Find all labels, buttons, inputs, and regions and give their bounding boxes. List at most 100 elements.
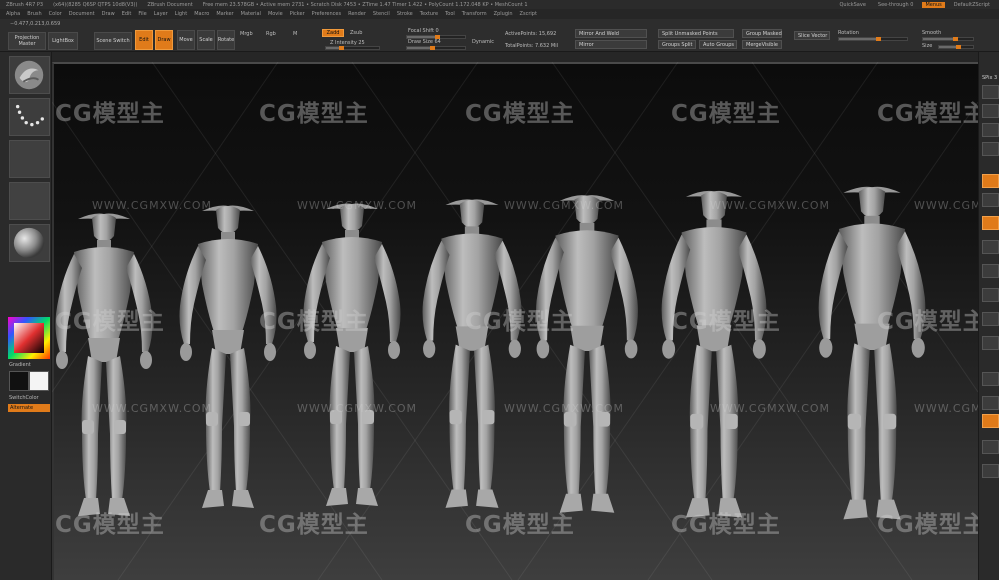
actual-button[interactable] — [982, 142, 999, 156]
watermark-logo: CG模型主 — [55, 101, 165, 127]
menu-item[interactable]: Edit — [122, 11, 132, 17]
draw-size-slider[interactable] — [406, 46, 466, 50]
alpha-selector[interactable] — [9, 140, 50, 178]
sculpt-figure — [179, 205, 277, 508]
move-mode-button[interactable]: Move — [177, 30, 195, 50]
menu-item[interactable]: Tool — [445, 11, 455, 17]
lightbox-button[interactable]: LightBox — [48, 32, 78, 50]
menu-item[interactable]: Texture — [420, 11, 438, 17]
floor-button[interactable] — [982, 193, 999, 207]
smooth-slider[interactable] — [922, 37, 974, 41]
xyz-button[interactable] — [982, 240, 999, 254]
stroke-selector[interactable] — [9, 98, 50, 136]
size-slider[interactable] — [938, 45, 974, 49]
persp-button[interactable] — [982, 174, 999, 188]
alternate-button[interactable]: Alternate — [8, 404, 50, 412]
primary-color-swatch[interactable] — [29, 371, 49, 391]
menu-item[interactable]: Transform — [462, 11, 487, 17]
scene-switch-button[interactable]: Scene Switch — [94, 32, 132, 50]
menu-item[interactable]: Stroke — [397, 11, 413, 17]
secondary-color-swatch[interactable] — [9, 371, 29, 391]
menu-item[interactable]: Alpha — [6, 11, 20, 17]
brush-selector[interactable] — [9, 56, 50, 94]
zsub-toggle[interactable]: Zsub — [350, 30, 362, 36]
menu-item[interactable]: File — [138, 11, 146, 17]
watermark-logo: CG模型主 — [465, 512, 575, 538]
solo-button[interactable] — [982, 464, 999, 478]
z-intensity-slider[interactable] — [325, 46, 380, 50]
menu-item[interactable]: Movie — [268, 11, 283, 17]
mirror-and-weld-button[interactable]: Mirror And Weld — [575, 29, 647, 38]
see-through-slider[interactable]: See-through 0 — [875, 2, 917, 8]
watermark-url: WWW.CGMXW.COM — [914, 402, 978, 415]
texture-off-icon — [10, 183, 49, 219]
slice-vector-button[interactable]: Slice Vector — [794, 31, 830, 40]
menu-item[interactable]: Zplugin — [494, 11, 513, 17]
watermark-url: WWW.CGMXW.COM — [297, 199, 418, 212]
rotate-view-button[interactable] — [982, 336, 999, 350]
menu-item[interactable]: Render — [348, 11, 366, 17]
polyframe-button[interactable] — [982, 396, 999, 410]
menu-item[interactable]: Marker — [216, 11, 233, 17]
scale-view-button[interactable] — [982, 312, 999, 326]
bpr-button[interactable] — [982, 85, 999, 99]
rotation-slider[interactable] — [838, 37, 908, 41]
menu-item[interactable]: Material — [241, 11, 261, 17]
material-selector[interactable] — [9, 224, 50, 262]
menu-item[interactable]: Color — [49, 11, 62, 17]
transp-button[interactable] — [982, 414, 999, 428]
frame-button[interactable] — [982, 264, 999, 278]
menu-item[interactable]: Document — [69, 11, 95, 17]
scale-mode-button[interactable]: Scale — [197, 30, 215, 50]
split-unmasked-button[interactable]: Split Unmasked Points — [658, 29, 734, 38]
watermark-url: WWW.CGMXW.COM — [92, 199, 213, 212]
rotate-label: Rotate — [217, 37, 235, 43]
dynamic-toggle[interactable]: Dynamic — [472, 39, 494, 45]
menu-item[interactable]: Draw — [102, 11, 115, 17]
quicksave-button[interactable]: QuickSave — [836, 2, 868, 8]
rotate-mode-button[interactable]: Rotate — [217, 30, 235, 50]
zadd-toggle[interactable]: Zadd — [322, 29, 344, 37]
viewport-canvas[interactable]: CG模型主 CG模型主 CG模型主 CG模型主 CG模型主 WWW.CGMXW.… — [52, 62, 978, 580]
watermark-url: WWW.CGMXW.COM — [504, 199, 625, 212]
menu-item[interactable]: Picker — [290, 11, 305, 17]
local-button[interactable] — [982, 216, 999, 230]
menu-item[interactable]: Stencil — [373, 11, 390, 17]
edit-mode-button[interactable]: Edit — [135, 30, 153, 50]
watermark-logo: CG模型主 — [671, 101, 781, 127]
smooth-label: Smooth — [922, 30, 942, 36]
top-shelf: −0.477,0.213,0.659 Projection Master Lig… — [0, 19, 999, 52]
menu-item[interactable]: Layer — [154, 11, 168, 17]
title-segment: ZBrush 4R7 P3 — [6, 1, 44, 8]
merge-visible-button[interactable]: MergeVisible — [742, 40, 782, 49]
move-label: Move — [179, 37, 193, 43]
watermark-url: WWW.CGMXW.COM — [504, 402, 625, 415]
menu-item[interactable]: Light — [175, 11, 187, 17]
linefill-button[interactable] — [982, 372, 999, 386]
draw-mode-button[interactable]: Draw — [155, 30, 173, 50]
menus-button[interactable]: Menus — [922, 1, 945, 8]
switch-color-button[interactable]: SwitchColor — [9, 395, 39, 401]
groups-split-button[interactable]: Groups Split — [658, 40, 696, 49]
menu-item[interactable]: Zscript — [520, 11, 537, 17]
menu-item[interactable]: Preferences — [312, 11, 341, 17]
scroll-button[interactable] — [982, 104, 999, 118]
menu-item[interactable]: Macro — [194, 11, 209, 17]
mirror-button[interactable]: Mirror — [575, 40, 647, 49]
ghost-button[interactable] — [982, 440, 999, 454]
m-toggle[interactable]: M — [293, 31, 297, 37]
clay-brush-icon — [14, 60, 44, 90]
menu-item[interactable]: Brush — [27, 11, 41, 17]
color-picker[interactable] — [8, 317, 50, 359]
texture-selector[interactable] — [9, 182, 50, 220]
projection-master-button[interactable]: Projection Master — [8, 32, 46, 50]
auto-groups-button[interactable]: Auto Groups — [699, 40, 737, 49]
default-script-button[interactable]: DefaultZScript — [951, 2, 993, 8]
zoom-button[interactable] — [982, 123, 999, 137]
move-view-button[interactable] — [982, 288, 999, 302]
watermark-logo: CG模型主 — [671, 309, 781, 335]
mrgb-toggle[interactable]: Mrgb — [240, 31, 253, 37]
rgb-toggle[interactable]: Rgb — [266, 31, 276, 37]
group-masked-button[interactable]: Group Masked — [742, 29, 782, 38]
sculpt-figure — [536, 195, 638, 513]
